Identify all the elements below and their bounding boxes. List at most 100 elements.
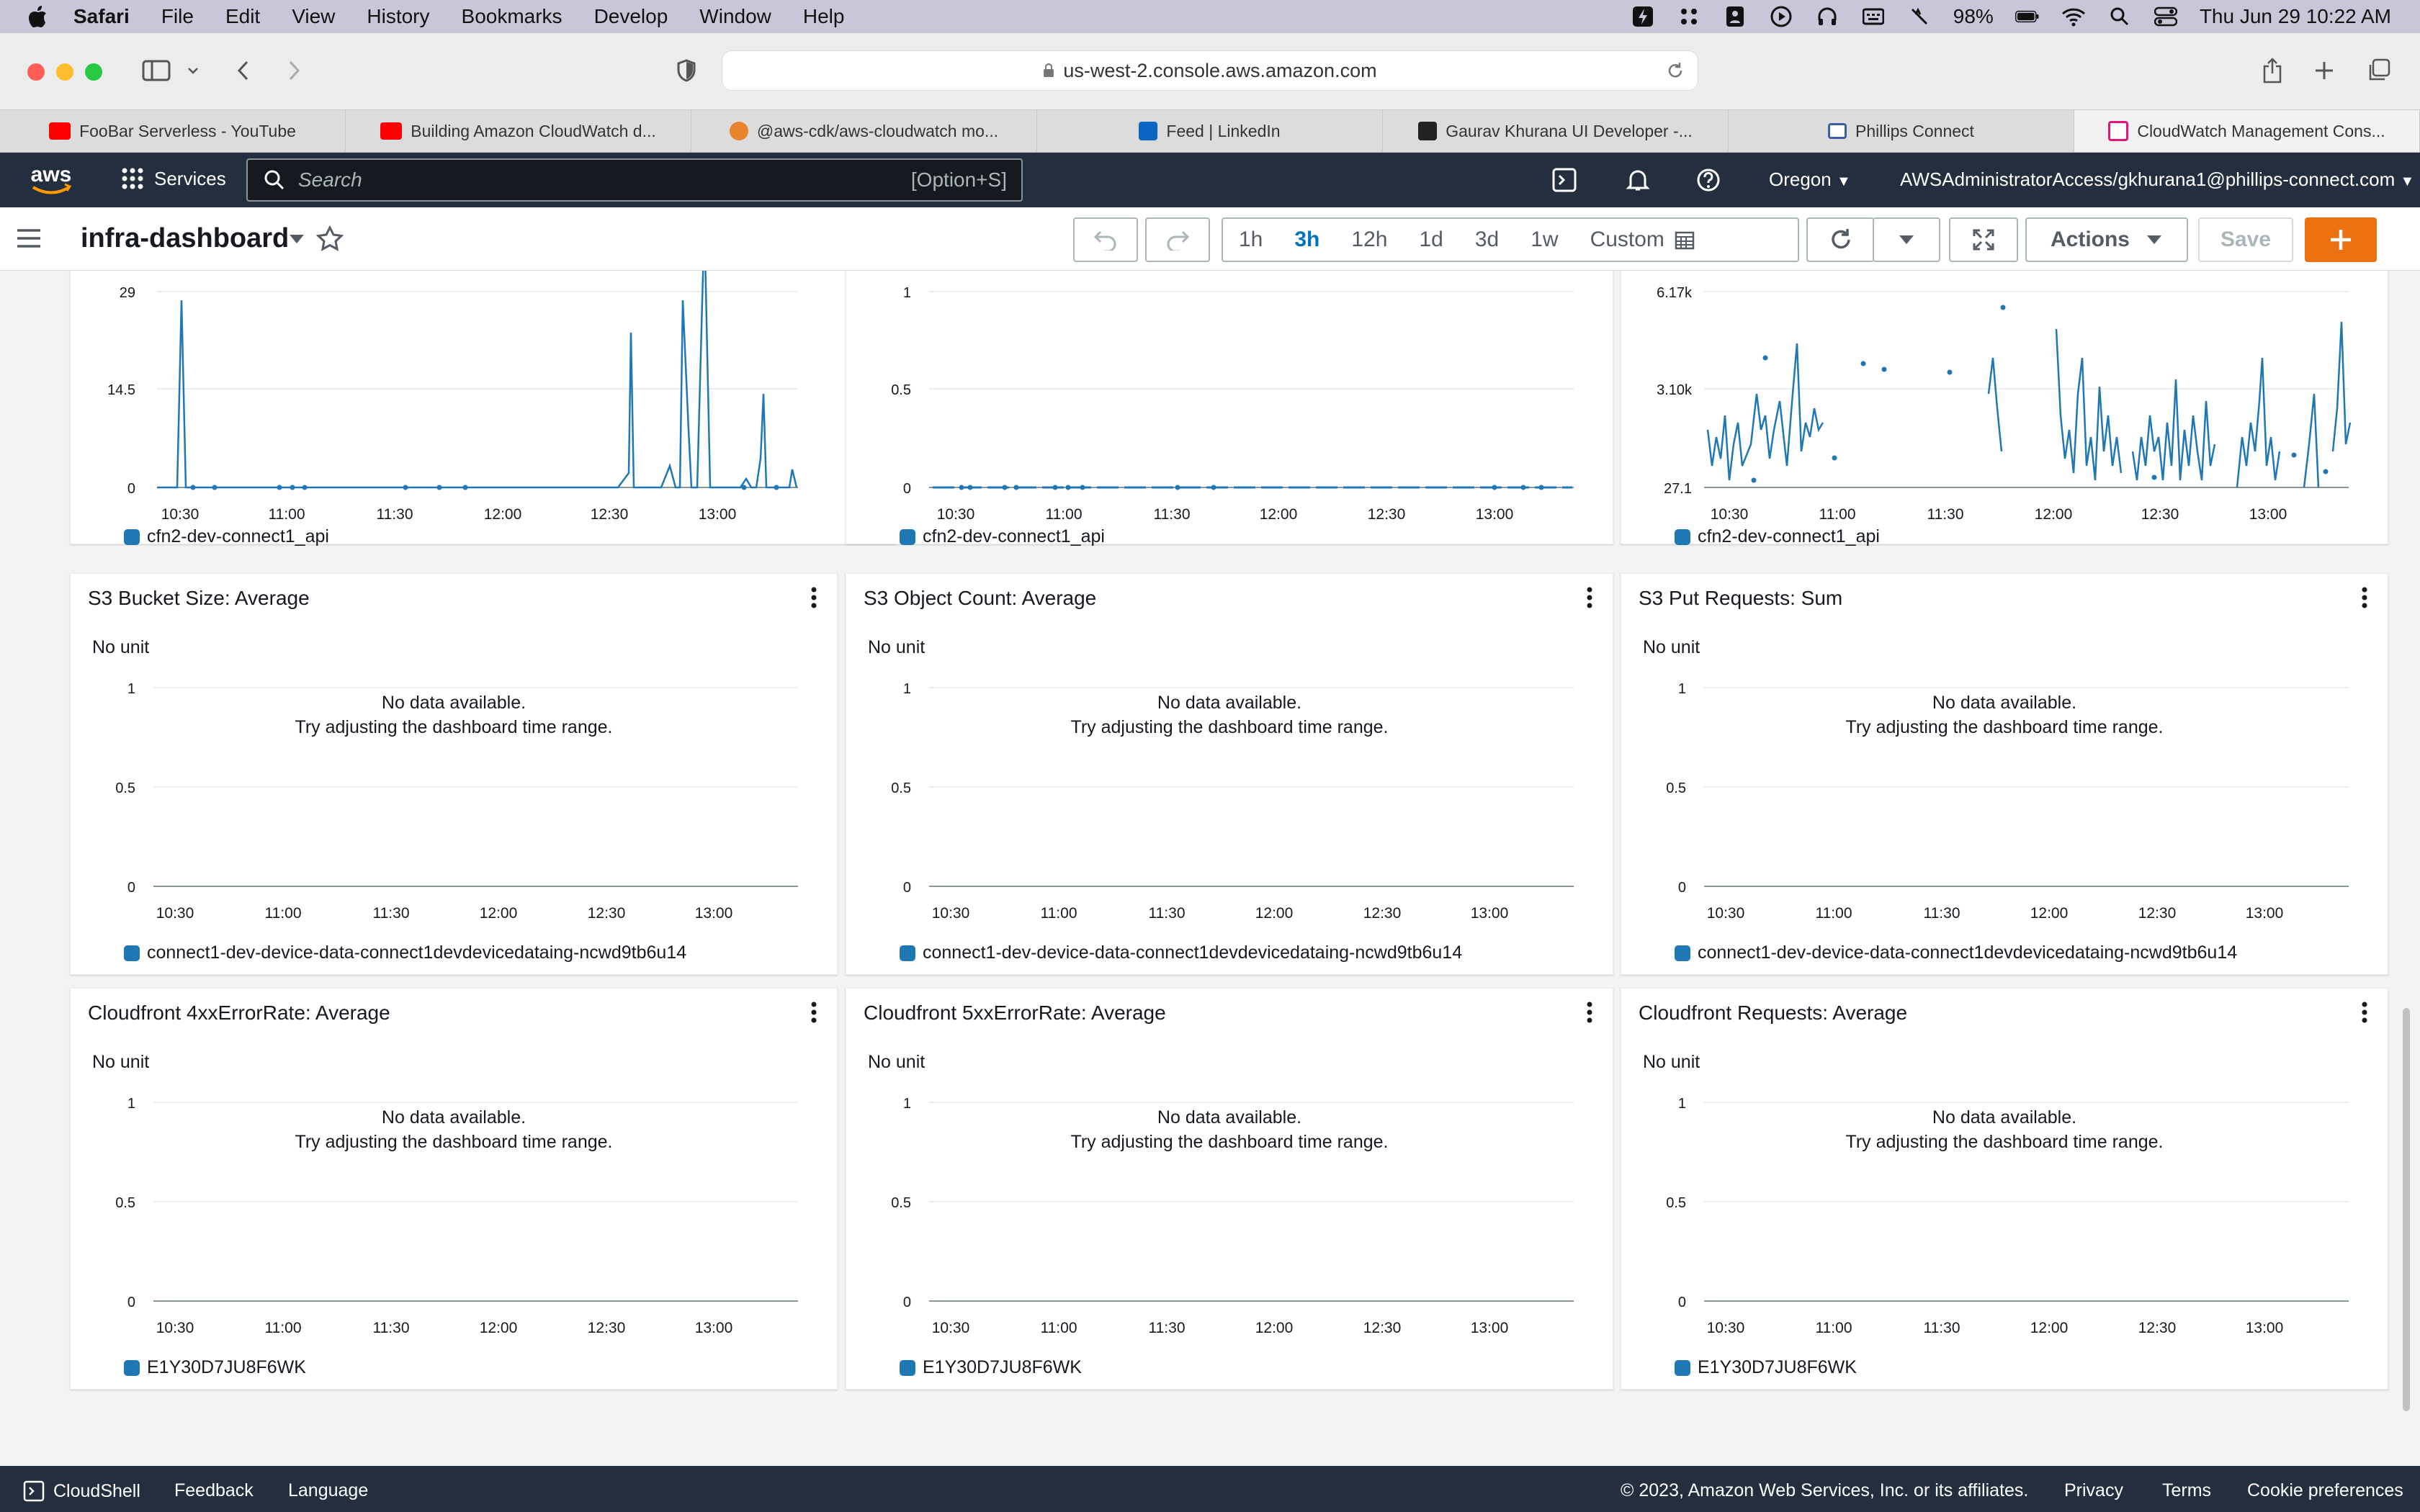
notifications-bell-icon[interactable]	[1623, 167, 1652, 193]
legend-item[interactable]: cfn2-dev-connect1_api	[900, 526, 1105, 547]
fullscreen-button[interactable]	[1949, 217, 2018, 262]
actions-dropdown-button[interactable]: Actions	[2025, 217, 2188, 262]
account-menu[interactable]: AWSAdministratorAccess/gkhurana1@phillip…	[1900, 168, 2414, 191]
refresh-button[interactable]	[1806, 217, 1874, 262]
spotlight-search-icon[interactable]	[2107, 6, 2132, 27]
privacy-link[interactable]: Privacy	[2064, 1480, 2123, 1501]
privacy-shield-icon[interactable]	[668, 55, 704, 86]
control-center-icon[interactable]	[2154, 6, 2178, 27]
save-label: Save	[2220, 228, 2272, 251]
menu-edit[interactable]: Edit	[225, 5, 260, 28]
play-icon[interactable]	[1769, 6, 1793, 27]
x-tick-label: 13:00	[2246, 905, 2284, 922]
widget-cloudfront-4xx[interactable]: Cloudfront 4xxErrorRate: Average No unit…	[70, 988, 838, 1390]
contact-card-icon[interactable]	[1723, 6, 1747, 27]
widget-api-metric-1[interactable]: 29 14.5 0 10:30 11:00 11:30 12:00 12:30 …	[70, 271, 895, 547]
forward-icon[interactable]	[277, 55, 313, 86]
y-tick-label: 0	[127, 1295, 135, 1310]
cloudshell-link[interactable]: CloudShell	[23, 1480, 140, 1502]
legend-item[interactable]: cfn2-dev-connect1_api	[124, 526, 329, 547]
minimize-window-button[interactable]	[56, 63, 73, 81]
widget-s3-object-count[interactable]: S3 Object Count: Average No unit No data…	[846, 573, 1613, 975]
browser-tab-phillips[interactable]: Phillips Connect	[1729, 110, 2074, 152]
widget-s3-put-requests[interactable]: S3 Put Requests: Sum No unit No data ava…	[1621, 573, 2388, 975]
menu-develop[interactable]: Develop	[594, 5, 668, 28]
address-bar[interactable]: us-west-2.console.aws.amazon.com	[722, 50, 1698, 91]
legend-item[interactable]: connect1-dev-device-data-connect1devdevi…	[1675, 942, 2237, 963]
tab-overview-icon[interactable]	[2361, 55, 2397, 86]
new-tab-icon[interactable]	[2306, 55, 2342, 86]
time-range-12h[interactable]: 12h	[1335, 228, 1403, 252]
legend-item[interactable]: E1Y30D7JU8F6WK	[124, 1357, 306, 1378]
browser-tab-linkedin[interactable]: Feed | LinkedIn	[1037, 110, 1383, 152]
menu-view[interactable]: View	[292, 5, 335, 28]
chevron-down-icon[interactable]	[179, 55, 207, 86]
legend-item[interactable]: cfn2-dev-connect1_api	[1675, 526, 1880, 547]
menu-help[interactable]: Help	[803, 5, 845, 28]
hamburger-menu-icon[interactable]	[16, 228, 42, 249]
menu-safari[interactable]: Safari	[73, 5, 130, 28]
save-button[interactable]: Save	[2198, 217, 2293, 262]
bolt-icon[interactable]	[1631, 6, 1655, 27]
widget-s3-bucket-size[interactable]: S3 Bucket Size: Average No unit No data …	[70, 573, 838, 975]
time-range-3d[interactable]: 3d	[1459, 228, 1515, 252]
close-window-button[interactable]	[27, 63, 45, 81]
legend-item[interactable]: connect1-dev-device-data-connect1devdevi…	[900, 942, 1462, 963]
back-icon[interactable]	[225, 55, 261, 86]
time-range-1h[interactable]: 1h	[1223, 228, 1278, 252]
legend-item[interactable]: connect1-dev-device-data-connect1devdevi…	[124, 942, 686, 963]
menubar-clock[interactable]: Thu Jun 29 10:22 AM	[2200, 5, 2391, 28]
legend-label: connect1-dev-device-data-connect1devdevi…	[923, 942, 1463, 963]
cloudshell-icon[interactable]	[1550, 167, 1579, 193]
battery-icon[interactable]	[2015, 6, 2040, 27]
share-network-icon[interactable]	[1677, 6, 1701, 27]
widget-api-metric-2[interactable]: 1 0.5 0 10:30 11:00 11:30 12:00 12:30 13…	[846, 271, 1613, 547]
cookie-preferences-link[interactable]: Cookie preferences	[2247, 1480, 2403, 1501]
series-line	[2236, 357, 2281, 488]
browser-tab-youtube-foobar[interactable]: FooBar Serverless - YouTube	[0, 110, 346, 152]
undo-button[interactable]	[1073, 217, 1138, 262]
muted-icon[interactable]	[1907, 6, 1932, 27]
console-search-input[interactable]: Search [Option+S]	[246, 158, 1023, 202]
time-range-1d[interactable]: 1d	[1403, 228, 1458, 252]
keyboard-icon[interactable]	[1861, 6, 1886, 27]
add-widget-button[interactable]	[2305, 217, 2377, 262]
browser-tab-cloudwatch[interactable]: CloudWatch Management Cons...	[2074, 110, 2420, 152]
feedback-link[interactable]: Feedback	[174, 1480, 254, 1501]
help-icon[interactable]	[1694, 167, 1723, 193]
sidebar-toggle-icon[interactable]	[138, 55, 174, 86]
apple-icon[interactable]	[27, 5, 48, 28]
caret-down-icon[interactable]	[288, 233, 305, 245]
menu-window[interactable]: Window	[699, 5, 771, 28]
menu-file[interactable]: File	[161, 5, 194, 28]
vertical-scrollbar[interactable]	[2403, 1008, 2410, 1411]
terms-link[interactable]: Terms	[2162, 1480, 2211, 1501]
wifi-icon[interactable]	[2061, 6, 2086, 27]
menu-bookmarks[interactable]: Bookmarks	[462, 5, 563, 28]
reload-icon[interactable]	[1666, 61, 1685, 80]
time-range-custom[interactable]: Custom	[1574, 228, 1702, 252]
region-selector[interactable]: Oregon ▼	[1769, 168, 1851, 191]
menu-history[interactable]: History	[367, 5, 429, 28]
widget-api-metric-3[interactable]: 6.17k 3.10k 27.1 10:30 11:00 11:30 12:00…	[1621, 271, 2388, 547]
services-menu[interactable]: Services	[121, 167, 226, 190]
browser-tab-aws-cdk[interactable]: @aws-cdk/aws-cloudwatch mo...	[691, 110, 1037, 152]
favorite-star-icon[interactable]	[315, 225, 344, 253]
x-tick-label: 11:30	[1154, 506, 1191, 523]
headphones-icon[interactable]	[1815, 6, 1839, 27]
browser-tab-youtube-cloudwatch[interactable]: Building Amazon CloudWatch d...	[346, 110, 691, 152]
widget-cloudfront-requests[interactable]: Cloudfront Requests: Average No unit No …	[1621, 988, 2388, 1390]
browser-tab-gaurav[interactable]: Gaurav Khurana UI Developer -...	[1383, 110, 1729, 152]
time-range-1w[interactable]: 1w	[1515, 228, 1574, 252]
legend-item[interactable]: E1Y30D7JU8F6WK	[900, 1357, 1082, 1378]
aws-logo[interactable]: aws	[26, 161, 76, 199]
redo-button[interactable]	[1145, 217, 1210, 262]
language-link[interactable]: Language	[288, 1480, 368, 1501]
zoom-window-button[interactable]	[85, 63, 102, 81]
share-icon[interactable]	[2254, 55, 2290, 86]
legend-item[interactable]: E1Y30D7JU8F6WK	[1675, 1357, 1857, 1378]
refresh-options-button[interactable]	[1873, 217, 1940, 262]
widget-cloudfront-5xx[interactable]: Cloudfront 5xxErrorRate: Average No unit…	[846, 988, 1613, 1390]
x-tick-label: 13:00	[695, 905, 733, 922]
time-range-3h[interactable]: 3h	[1278, 228, 1335, 252]
